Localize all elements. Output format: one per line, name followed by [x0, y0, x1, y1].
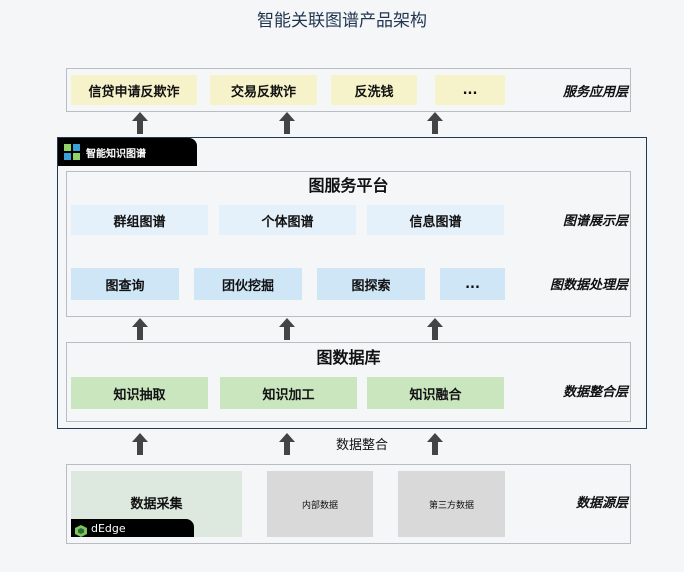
diagram-title: 智能关联图谱产品架构	[257, 11, 427, 31]
processing-item-graph-explore: 图探索	[317, 268, 425, 300]
dedge-badge-label: dEdge	[91, 521, 126, 535]
db-item-knowledge-processing: 知识加工	[220, 377, 357, 409]
app-item-anti-money-laundering: 反洗钱	[331, 75, 417, 105]
processing-item-more: ...	[440, 268, 505, 300]
application-layer-label: 服务应用层	[562, 85, 628, 100]
app-item-more: ...	[435, 75, 505, 105]
arrow-up-icon	[132, 318, 148, 340]
display-item-individual-graph: 个体图谱	[219, 205, 356, 235]
app-item-transaction-fraud: 交易反欺诈	[210, 75, 317, 105]
arrow-up-icon	[132, 112, 148, 134]
arrow-up-icon	[427, 433, 443, 455]
arrow-up-icon	[427, 318, 443, 340]
arrow-up-icon	[279, 318, 295, 340]
platform-badge-label: 智能知识图谱	[86, 148, 146, 160]
processing-item-graph-query: 图查询	[71, 268, 179, 300]
graph-service-title: 图服务平台	[308, 176, 389, 195]
db-item-knowledge-extraction: 知识抽取	[71, 377, 208, 409]
arrow-up-icon	[279, 433, 295, 455]
arrow-up-icon	[279, 112, 295, 134]
display-item-info-graph: 信息图谱	[367, 205, 504, 235]
arrow-up-icon	[427, 112, 443, 134]
integration-layer-label: 数据整合层	[562, 385, 628, 400]
arrow-up-icon	[132, 433, 148, 455]
source-layer-label: 数据源层	[575, 496, 628, 511]
processing-layer-label: 图数据处理层	[549, 278, 628, 293]
app-item-credit-fraud: 信贷申请反欺诈	[71, 75, 197, 105]
db-item-knowledge-fusion: 知识融合	[367, 377, 504, 409]
source-item-internal-data: 内部数据	[267, 471, 373, 537]
dedge-badge: dEdge	[71, 519, 194, 537]
source-item-third-party-data: 第三方数据	[398, 471, 505, 537]
display-layer-label: 图谱展示层	[562, 214, 628, 229]
platform-badge: 智能知识图谱	[58, 138, 197, 166]
processing-item-gang-mining: 团伙挖掘	[194, 268, 302, 300]
knowledge-graph-logo-icon	[64, 144, 80, 160]
display-item-group-graph: 群组图谱	[71, 205, 208, 235]
data-integration-label: 数据整合	[336, 438, 389, 453]
dedge-logo-icon	[75, 522, 87, 537]
graph-database-title: 图数据库	[316, 348, 381, 367]
